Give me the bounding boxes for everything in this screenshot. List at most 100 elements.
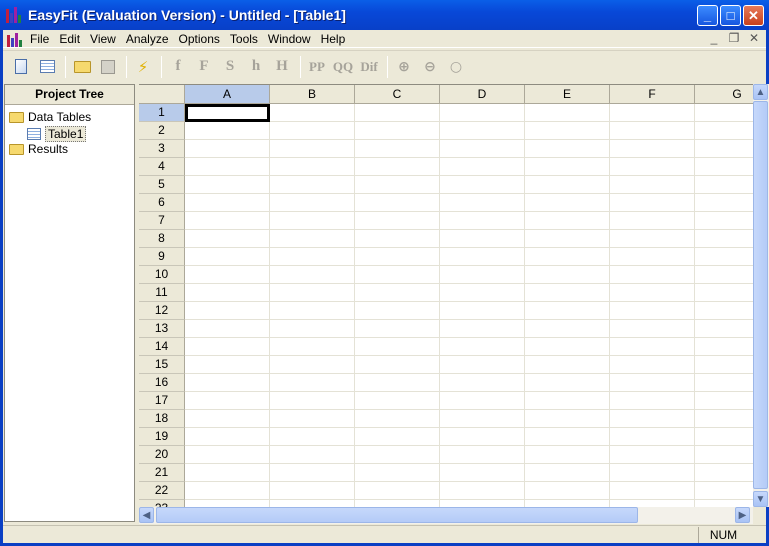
grid-cell[interactable] [440,122,525,140]
grid-cell[interactable] [355,392,440,410]
grid-cell[interactable] [525,302,610,320]
grid-cell[interactable] [610,158,695,176]
grid-cell[interactable] [525,446,610,464]
row-header[interactable]: 19 [139,428,185,446]
doc-icon[interactable] [7,31,23,47]
grid-cell[interactable] [270,410,355,428]
menu-analyze[interactable]: Analyze [121,32,174,46]
active-cell[interactable] [185,104,270,122]
grid-cell[interactable] [610,374,695,392]
qq-button[interactable]: QQ [331,55,355,79]
grid-cell[interactable] [440,248,525,266]
grid-cell[interactable] [525,428,610,446]
row-header[interactable]: 11 [139,284,185,302]
zoom-icon[interactable]: ○ [444,55,468,79]
grid-cell[interactable] [185,446,270,464]
grid-cell[interactable] [525,104,610,122]
grid-cell[interactable] [610,356,695,374]
grid-cell[interactable] [185,302,270,320]
grid-cell[interactable] [695,482,753,500]
grid-cell[interactable] [355,104,440,122]
grid-cell[interactable] [525,338,610,356]
grid-cell[interactable] [610,446,695,464]
grid-cell[interactable] [270,392,355,410]
grid-cell[interactable] [440,356,525,374]
grid-cell[interactable] [355,302,440,320]
new-document-icon[interactable] [9,55,33,79]
row-header[interactable]: 9 [139,248,185,266]
grid-cell[interactable] [440,302,525,320]
grid-cell[interactable] [355,320,440,338]
grid-cell[interactable] [185,338,270,356]
grid-cell[interactable] [610,284,695,302]
grid-cell[interactable] [355,122,440,140]
grid-cell[interactable] [695,176,753,194]
row-header[interactable]: 6 [139,194,185,212]
grid-cell[interactable] [440,500,525,507]
column-header[interactable]: B [270,85,355,104]
row-header[interactable]: 15 [139,356,185,374]
grid-cell[interactable] [610,392,695,410]
tree-item-results[interactable]: Results [9,142,68,156]
grid-cell[interactable] [695,266,753,284]
grid-cell[interactable] [440,194,525,212]
grid-cell[interactable] [610,500,695,507]
grid-cell[interactable] [610,176,695,194]
grid-cell[interactable] [355,248,440,266]
grid-cell[interactable] [440,104,525,122]
grid-cell[interactable] [525,392,610,410]
grid-cell[interactable] [355,176,440,194]
scroll-down-button[interactable]: ▼ [753,491,768,507]
grid-cell[interactable] [355,338,440,356]
grid-cell[interactable] [525,176,610,194]
grid-cell[interactable] [695,338,753,356]
grid-cell[interactable] [355,428,440,446]
grid-cell[interactable] [355,356,440,374]
grid-cell[interactable] [525,230,610,248]
grid-cell[interactable] [610,482,695,500]
data-grid[interactable]: A B C D E F G 1 2 3 4 5 6 7 8 9 10 11 12 13 14 15 16 17 18 19 20 21… [139,84,753,507]
grid-cell[interactable] [270,338,355,356]
grid-cell[interactable] [185,230,270,248]
grid-cell[interactable] [525,194,610,212]
menu-edit[interactable]: Edit [54,32,85,46]
grid-cell[interactable] [355,464,440,482]
grid-cell[interactable] [270,140,355,158]
grid-cell[interactable] [185,482,270,500]
grid-cell[interactable] [270,248,355,266]
grid-cell[interactable] [185,212,270,230]
grid-cell[interactable] [185,248,270,266]
grid-cell[interactable] [440,392,525,410]
menu-file[interactable]: File [25,32,54,46]
menu-tools[interactable]: Tools [225,32,263,46]
row-header[interactable]: 18 [139,410,185,428]
vertical-scrollbar[interactable]: ▲ ▼ [753,84,769,507]
grid-cell[interactable] [525,284,610,302]
grid-cell[interactable] [610,320,695,338]
grid-cell[interactable] [695,302,753,320]
grid-cell[interactable] [355,266,440,284]
row-header[interactable]: 17 [139,392,185,410]
grid-cell[interactable] [185,464,270,482]
pp-button[interactable]: PP [305,55,329,79]
grid-cell[interactable] [355,374,440,392]
grid-corner[interactable] [139,85,185,104]
grid-cell[interactable] [185,320,270,338]
grid-cell[interactable] [440,320,525,338]
grid-cell[interactable] [270,428,355,446]
grid-cell[interactable] [440,212,525,230]
grid-cell[interactable] [185,194,270,212]
grid-cell[interactable] [270,194,355,212]
grid-cell[interactable] [440,464,525,482]
grid-cell[interactable] [440,374,525,392]
grid-cell[interactable] [270,104,355,122]
menu-options[interactable]: Options [174,32,225,46]
grid-cell[interactable] [440,140,525,158]
grid-cell[interactable] [270,158,355,176]
grid-cell[interactable] [525,212,610,230]
child-restore-button[interactable]: ❐ [726,31,742,45]
row-header[interactable]: 16 [139,374,185,392]
column-header[interactable]: C [355,85,440,104]
grid-cell[interactable] [525,122,610,140]
grid-cell[interactable] [695,410,753,428]
